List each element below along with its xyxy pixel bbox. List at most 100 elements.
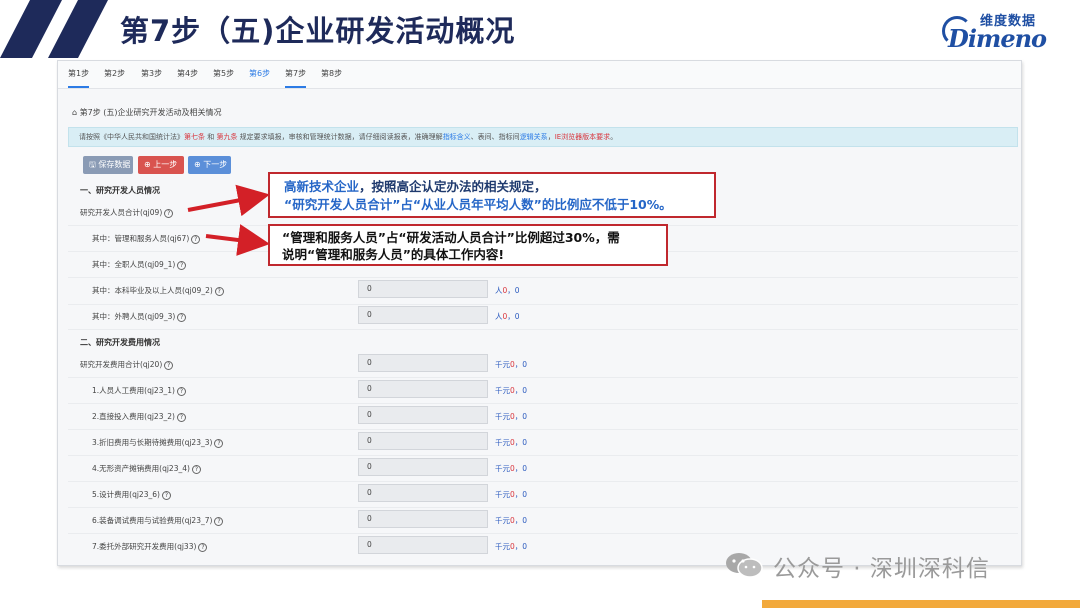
notice-text: ， — [547, 133, 555, 141]
unit-extra-2: 0 — [522, 360, 528, 369]
tab-step-3[interactable]: 第3步 — [141, 68, 162, 79]
unit-text: 千元 — [495, 438, 510, 447]
notice-link-indicator[interactable]: 指标含义 — [443, 133, 471, 141]
section-personnel-heading: 一、研究开发人员情况 — [80, 186, 160, 195]
help-icon[interactable]: ? — [164, 208, 174, 218]
prev-button-label: 上一步 — [153, 160, 178, 169]
input-qj23-2[interactable]: 0 — [358, 406, 488, 424]
footer-accent-bar — [762, 600, 1080, 608]
input-qj23-3[interactable]: 0 — [358, 432, 488, 450]
callout1-highlight: 高新技术企业 — [284, 179, 360, 194]
row-label-text: 其中：全职人员(qj09_1) — [92, 260, 176, 269]
dimeno-logo: 维度数据 Dimeno — [940, 10, 1072, 53]
save-button[interactable]: 🖫 保存数据 — [83, 156, 133, 174]
row-divider — [68, 377, 1018, 378]
row-label-qj23-3: 3.折旧费用与长期待摊费用(qj23_3)? — [92, 437, 224, 448]
row-label-qj09-2: 其中：本科毕业及以上人员(qj09_2)? — [92, 285, 224, 296]
unit-extra-1: 0 — [510, 490, 515, 499]
next-icon: ⊕ — [194, 160, 204, 169]
row-label-text: 6.装备调试费用与试验费用(qj23_7) — [92, 516, 213, 525]
unit-extra-1: 0 — [510, 516, 515, 525]
wechat-icon — [726, 553, 763, 578]
unit-extra-2: 0 — [522, 386, 528, 395]
tab-step-4[interactable]: 第4步 — [177, 68, 198, 79]
tab-step-1[interactable]: 第1步 — [68, 68, 90, 88]
next-step-button[interactable]: ⊕ 下一步 — [188, 156, 231, 174]
row-divider — [68, 329, 1018, 330]
row-label-text: 5.设计费用(qj23_6) — [92, 490, 160, 499]
input-qj23-7[interactable]: 0 — [358, 510, 488, 528]
save-icon: 🖫 — [89, 160, 99, 169]
unit-extra-2: 0 — [522, 490, 528, 499]
unit-text: 千元 — [495, 464, 510, 473]
prev-step-button[interactable]: ⊕ 上一步 — [138, 156, 184, 174]
tab-step-2[interactable]: 第2步 — [104, 68, 125, 79]
help-icon[interactable]: ? — [177, 312, 187, 322]
input-qj23-4[interactable]: 0 — [358, 458, 488, 476]
row-divider — [68, 481, 1018, 482]
notice-bar: 请按照《中华人民共和国统计法》第七条 和 第九条 规定要求填报，审核和管理统计数… — [68, 127, 1018, 147]
unit-extra-1: 0 — [510, 360, 515, 369]
notice-link-logic[interactable]: 逻辑关系 — [520, 133, 548, 141]
row-divider — [68, 533, 1018, 534]
row-divider — [68, 429, 1018, 430]
input-qj23-6[interactable]: 0 — [358, 484, 488, 502]
tab-step-8[interactable]: 第8步 — [321, 68, 342, 79]
unit-qj23-6: 千元0，0 — [495, 490, 528, 499]
row-divider — [68, 403, 1018, 404]
input-qj20[interactable]: 0 — [358, 354, 488, 372]
notice-link-browser[interactable]: IE浏览器版本要求 — [555, 133, 611, 141]
help-icon[interactable]: ? — [161, 490, 171, 500]
unit-text: 千元 — [495, 412, 510, 421]
row-divider — [68, 277, 1018, 278]
save-button-label: 保存数据 — [98, 160, 131, 169]
unit-extra-2: 0 — [522, 412, 528, 421]
notice-text: 和 — [205, 133, 217, 141]
row-label-qj23-1: 1.人员人工费用(qj23_1)? — [92, 385, 186, 396]
unit-text: 人 — [495, 312, 503, 321]
form-panel: 第1步 第2步 第3步 第4步 第5步 第6步 第7步 第8步 ⌂ 第7步 (五… — [57, 60, 1022, 566]
input-qj09-2[interactable]: 0 — [358, 280, 488, 298]
notice-link-article9[interactable]: 第九条 — [216, 133, 237, 141]
row-label-text: 7.委托外部研究开发费用(qj33) — [92, 542, 197, 551]
help-icon[interactable]: ? — [164, 360, 174, 370]
row-label-text: 其中：管理和服务人员(qj67) — [92, 234, 190, 243]
section-expense-heading: 二、研究开发费用情况 — [80, 338, 160, 347]
input-qj33[interactable]: 0 — [358, 536, 488, 554]
help-icon[interactable]: ? — [214, 516, 224, 526]
row-label-text: 2.直接投入费用(qj23_2) — [92, 412, 175, 421]
help-icon[interactable]: ? — [214, 438, 224, 448]
callout1-line2: “研究开发人员合计”占“从业人员年平均人数”的比例应不低于10%。 — [284, 197, 672, 212]
tab-step-7[interactable]: 第7步 — [285, 68, 307, 88]
unit-qj23-3: 千元0，0 — [495, 438, 528, 447]
tab-step-6[interactable]: 第6步 — [249, 68, 270, 79]
help-icon[interactable]: ? — [198, 542, 208, 552]
unit-text: 千元 — [495, 386, 510, 395]
row-label-text: 4.无形资产摊销费用(qj23_4) — [92, 464, 190, 473]
notice-link-article7[interactable]: 第七条 — [184, 133, 205, 141]
row-label-qj09: 研究开发人员合计(qj09)? — [80, 207, 174, 218]
help-icon[interactable]: ? — [191, 234, 201, 244]
help-icon[interactable]: ? — [176, 386, 186, 396]
help-icon[interactable]: ? — [177, 260, 187, 270]
watermark-text: 公众号 · 深圳深科信 — [773, 556, 990, 582]
callout2-line2: 说明“管理和服务人员”的具体工作内容! — [282, 247, 505, 262]
callout1-line1: 高新技术企业，按照高企认定办法的相关规定， — [284, 178, 714, 196]
unit-extra-2: 0 — [522, 464, 528, 473]
input-qj09-3[interactable]: 0 — [358, 306, 488, 324]
row-divider — [68, 304, 1018, 305]
help-icon[interactable]: ? — [214, 286, 224, 296]
unit-qj23-1: 千元0，0 — [495, 386, 528, 395]
help-icon[interactable]: ? — [191, 464, 201, 474]
unit-text: 人 — [495, 286, 503, 295]
input-qj23-1[interactable]: 0 — [358, 380, 488, 398]
row-divider — [68, 455, 1018, 456]
row-label-text: 研究开发人员合计(qj09) — [80, 208, 163, 217]
tab-step-5[interactable]: 第5步 — [213, 68, 234, 79]
callout2-line1: “管理和服务人员”占“研发活动人员合计”比例超过30%，需 — [282, 230, 620, 245]
unit-qj33: 千元0，0 — [495, 542, 528, 551]
unit-qj09-2: 人0，0 — [495, 286, 520, 295]
row-label-text: 其中：外聘人员(qj09_3) — [92, 312, 176, 321]
help-icon[interactable]: ? — [176, 412, 186, 422]
callout-management-ratio: “管理和服务人员”占“研发活动人员合计”比例超过30%，需 说明“管理和服务人员… — [268, 224, 668, 266]
